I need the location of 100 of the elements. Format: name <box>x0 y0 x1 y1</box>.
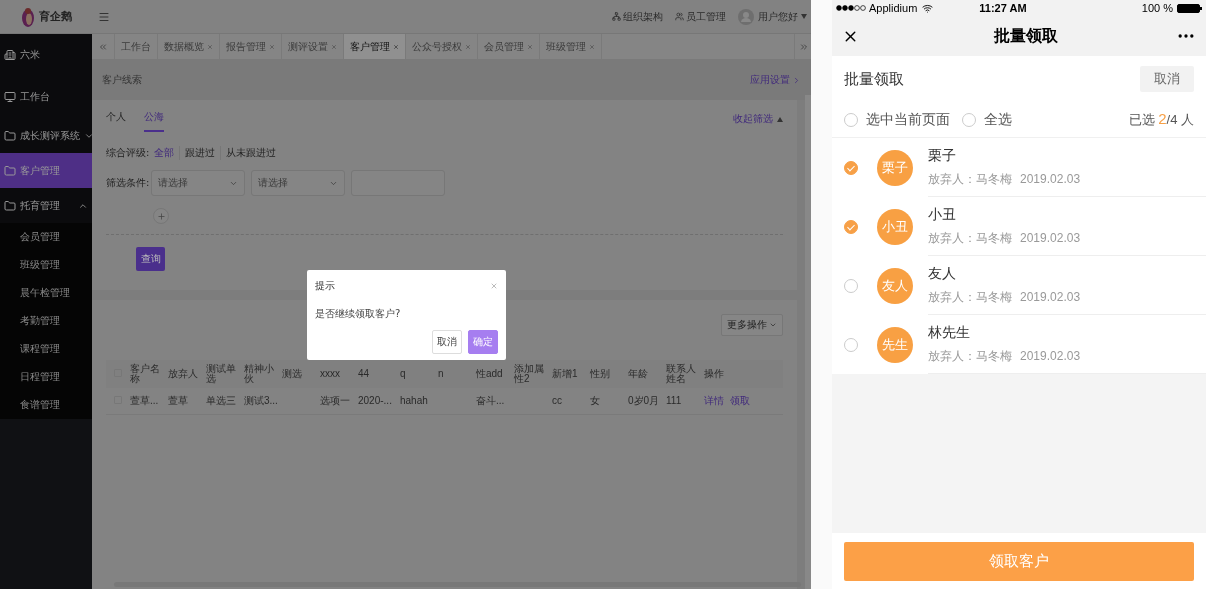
action-link[interactable]: 领取 <box>730 396 750 406</box>
panel-tab[interactable]: 公海 <box>144 106 164 132</box>
abandoner-text: 放弃人：马冬梅 <box>928 288 1012 306</box>
org-structure-link[interactable]: 组织架构 <box>612 9 663 24</box>
carrier-text: Applidium <box>869 2 918 14</box>
checkbox[interactable] <box>844 219 858 234</box>
abandoner-text: 放弃人：马冬梅 <box>928 229 1012 247</box>
vertical-scrollbar[interactable] <box>805 95 811 589</box>
folder-icon <box>4 199 16 212</box>
date-text: 2019.02.03 <box>1020 172 1081 186</box>
checkbox[interactable] <box>844 160 858 175</box>
date-text: 2019.02.03 <box>1020 349 1081 363</box>
page-tab[interactable]: 报告管理 <box>220 34 282 59</box>
column-header: q <box>399 369 407 379</box>
section-title: 批量领取 <box>844 69 904 89</box>
rating-option[interactable]: 全部 <box>149 146 180 160</box>
sidebar-subitem[interactable]: 食谱管理 <box>0 391 92 419</box>
signal-icon <box>836 5 866 11</box>
column-header: 联系人姓名 <box>665 364 697 384</box>
rating-option[interactable]: 跟进过 <box>179 146 221 160</box>
column-header: 测选 <box>281 369 303 379</box>
option-label[interactable]: 选中当前页面 <box>866 110 950 129</box>
select-field[interactable]: 请选择 <box>151 170 246 196</box>
monitor-icon <box>4 91 16 103</box>
folder-icon <box>4 129 16 142</box>
sidebar-subitem[interactable]: 日程管理 <box>0 363 92 391</box>
chevron-right-icon <box>792 75 801 85</box>
column-header: 客户名称 <box>129 364 161 384</box>
table-cell-text: 2020-... <box>357 396 393 406</box>
radio-button[interactable] <box>844 112 858 127</box>
add-condition-button[interactable] <box>153 208 169 224</box>
breadcrumb: 客户线索 <box>102 73 142 87</box>
column-header: 添加属性2 <box>513 364 545 384</box>
panel-tab[interactable]: 个人 <box>106 106 126 132</box>
confirm-button[interactable]: 确定 <box>468 330 498 354</box>
customer-name: 林先生 <box>928 323 971 342</box>
sidebar-item[interactable]: 托育管理 <box>0 188 92 223</box>
page-tab[interactable]: 班级管理 <box>540 34 602 59</box>
radio-button[interactable] <box>962 112 976 127</box>
user-menu[interactable]: 用户您好 <box>758 9 807 24</box>
column-header: 操作 <box>703 369 725 379</box>
sidebar-subitem[interactable]: 会员管理 <box>0 223 92 251</box>
collapse-filter-link[interactable]: 收起筛选 <box>733 112 783 126</box>
table-cell-text: cc <box>551 396 563 406</box>
app-settings-link[interactable]: 应用设置 <box>750 73 801 87</box>
customer-name: 栗子 <box>928 146 957 165</box>
page-tab[interactable]: 数据概览 <box>158 34 220 59</box>
rating-option[interactable]: 从未跟进过 <box>220 146 282 160</box>
table-cell-text: 萱草 <box>167 396 189 406</box>
column-header: 精神小伙 <box>243 364 275 384</box>
page-tab[interactable]: 会员管理 <box>478 34 540 59</box>
sidebar-subitem[interactable]: 课程管理 <box>0 335 92 363</box>
table-cell-text: 0岁0月 <box>627 396 661 406</box>
checkbox[interactable] <box>844 337 858 352</box>
column-header: 性add <box>475 369 504 379</box>
action-link[interactable]: 详情 <box>704 396 724 406</box>
table-cell-text: hahah <box>399 396 429 406</box>
sidebar-item[interactable]: 工作台 <box>0 76 92 118</box>
table-cell-text: 单选三 <box>205 396 237 406</box>
avatar: 栗子 <box>877 149 913 186</box>
sidebar-item[interactable]: 六米 <box>0 34 92 76</box>
column-header: 新增1 <box>551 369 579 379</box>
select-field[interactable]: 请选择 <box>251 170 346 196</box>
column-header: 年龄 <box>627 369 649 379</box>
cancel-button[interactable]: 取消 <box>1140 66 1194 92</box>
sidebar-subitem[interactable]: 考勤管理 <box>0 307 92 335</box>
double-chevron-right-icon <box>799 41 809 52</box>
plus-icon <box>156 211 166 221</box>
page-tab[interactable]: 公众号授权 <box>406 34 478 59</box>
selected-count: 已选 2/4 人 <box>1128 110 1194 129</box>
abandoner-text: 放弃人：马冬梅 <box>928 347 1012 365</box>
more-actions-button[interactable]: 更多操作 <box>721 314 783 336</box>
folder-icon <box>4 164 16 177</box>
column-header: 44 <box>357 369 371 379</box>
sidebar-subitem[interactable]: 晨午检管理 <box>0 279 92 307</box>
page-tab[interactable]: 工作台 <box>115 34 158 59</box>
column-header: 性别 <box>589 369 611 379</box>
option-label[interactable]: 全选 <box>984 110 1012 129</box>
penguin-logo-icon <box>20 5 36 28</box>
date-text: 2019.02.03 <box>1020 231 1081 245</box>
sidebar-item[interactable]: 客户管理 <box>0 153 92 188</box>
status-time: 11:27 AM <box>979 2 1027 14</box>
table-cell-text: 奋斗... <box>475 396 506 406</box>
customer-name: 小丑 <box>928 205 957 224</box>
column-header: 放弃人 <box>167 369 199 379</box>
sidebar-subitem[interactable]: 班级管理 <box>0 251 92 279</box>
staff-link[interactable]: 员工管理 <box>675 9 726 24</box>
avatar: 友人 <box>877 267 913 304</box>
query-button[interactable]: 查询 <box>136 247 165 271</box>
avatar-icon[interactable] <box>738 8 754 25</box>
avatar: 先生 <box>877 326 913 363</box>
menu-icon[interactable] <box>98 10 110 23</box>
avatar: 小丑 <box>877 208 913 245</box>
page-tab[interactable]: 客户管理 <box>344 34 406 59</box>
table-cell-text: 萱草... <box>129 396 160 406</box>
sidebar-item[interactable]: 成长测评系统 <box>0 118 92 153</box>
rating-label: 综合评级: <box>106 146 150 160</box>
caret-up-icon <box>777 116 783 122</box>
checkbox[interactable] <box>844 278 858 293</box>
cancel-button[interactable]: 取消 <box>432 330 462 354</box>
